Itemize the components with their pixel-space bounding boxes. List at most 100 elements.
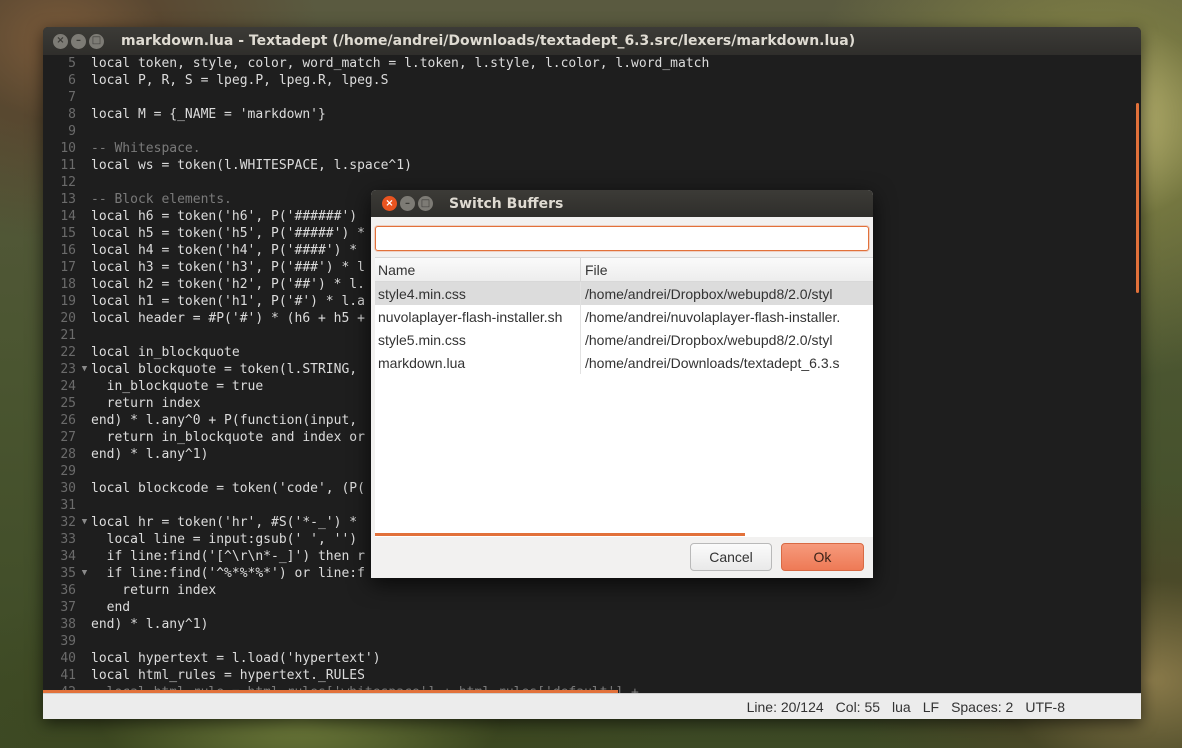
column-header-file[interactable]: File: [581, 262, 608, 278]
status-col: Col: 55: [835, 698, 881, 715]
code-line[interactable]: 9: [43, 123, 1141, 140]
line-number: 19: [60, 294, 76, 309]
code-line[interactable]: 5 local token, style, color, word_match =…: [43, 55, 1141, 72]
code-line[interactable]: 41 local html_rules = hypertext._RULES: [43, 667, 1141, 684]
line-text: local M = {_NAME = 'markdown'}: [91, 107, 326, 122]
fold-marker-icon: [78, 650, 91, 667]
list-item[interactable]: nuvolaplayer-flash-installer.sh /home/an…: [375, 305, 873, 328]
fold-marker-icon: [78, 616, 91, 633]
fold-marker-icon: [78, 191, 91, 208]
line-text: end) * l.any^0 + P(function(input,: [91, 413, 358, 428]
list-item[interactable]: style5.min.css /home/andrei/Dropbox/webu…: [375, 328, 873, 351]
cancel-button[interactable]: Cancel: [690, 543, 772, 571]
fold-marker-icon: [78, 157, 91, 174]
line-text: local h4 = token('h4', P('####') *: [91, 243, 358, 258]
vertical-scrollbar[interactable]: [1136, 103, 1139, 293]
fold-marker-icon: [78, 344, 91, 361]
fold-marker-icon: [78, 548, 91, 565]
code-line[interactable]: 39: [43, 633, 1141, 650]
buffer-file: /home/andrei/Dropbox/webupd8/2.0/styl: [585, 331, 833, 348]
fold-marker-icon: [78, 89, 91, 106]
code-line[interactable]: 7: [43, 89, 1141, 106]
fold-marker-icon[interactable]: ▼: [78, 514, 91, 531]
fold-marker-icon[interactable]: ▼: [78, 565, 91, 582]
fold-marker-icon: [78, 174, 91, 191]
buffer-file: /home/andrei/Downloads/textadept_6.3.s: [585, 354, 840, 371]
dialog-maximize-button[interactable]: □: [418, 196, 433, 211]
code-line[interactable]: 38 end) * l.any^1): [43, 616, 1141, 633]
line-number: 13: [60, 192, 76, 207]
fold-marker-icon: [78, 72, 91, 89]
fold-marker-icon[interactable]: ▼: [78, 361, 91, 378]
fold-marker-icon: [78, 225, 91, 242]
status-line[interactable]: Line: 20/124: [747, 699, 824, 715]
status-encoding[interactable]: UTF-8: [1025, 699, 1065, 715]
line-text: local line = input:gsub(' ', ''): [91, 532, 358, 547]
line-number: 36: [60, 583, 76, 598]
window-maximize-button[interactable]: □: [89, 33, 104, 49]
line-text: end) * l.any^1): [91, 617, 209, 632]
list-item[interactable]: style4.min.css /home/andrei/Dropbox/webu…: [375, 282, 873, 305]
list-scrollbar[interactable]: [375, 533, 745, 536]
line-number: 39: [60, 634, 76, 649]
line-number: 21: [60, 328, 76, 343]
minimize-icon: –: [76, 35, 81, 46]
line-number: 32: [60, 515, 76, 530]
window-minimize-button[interactable]: –: [71, 33, 86, 49]
buffer-file: /home/andrei/nuvolaplayer-flash-installe…: [585, 308, 841, 325]
fold-marker-icon: [78, 446, 91, 463]
list-item[interactable]: markdown.lua /home/andrei/Downloads/text…: [375, 351, 873, 374]
code-line[interactable]: 6 local P, R, S = lpeg.P, lpeg.R, lpeg.S: [43, 72, 1141, 89]
code-line[interactable]: 36 return index: [43, 582, 1141, 599]
buffer-search-input[interactable]: [375, 226, 869, 251]
line-number: 41: [60, 668, 76, 683]
line-number: 37: [60, 600, 76, 615]
line-number: 20: [60, 311, 76, 326]
fold-marker-icon: [78, 310, 91, 327]
code-line[interactable]: 8 local M = {_NAME = 'markdown'}: [43, 106, 1141, 123]
line-number: 28: [60, 447, 76, 462]
maximize-icon: □: [420, 197, 431, 209]
fold-marker-icon: [78, 242, 91, 259]
code-line[interactable]: 10 -- Whitespace.: [43, 140, 1141, 157]
buffer-list[interactable]: Name File style4.min.css /home/andrei/Dr…: [375, 257, 873, 537]
line-text: local html_rules = hypertext._RULES: [91, 668, 365, 683]
dialog-minimize-button[interactable]: –: [400, 196, 415, 211]
buffer-name: nuvolaplayer-flash-installer.sh: [375, 305, 581, 328]
window-close-button[interactable]: ×: [53, 33, 68, 49]
line-number: 10: [60, 141, 76, 156]
column-header-name[interactable]: Name: [375, 258, 581, 281]
line-text: local blockquote = token(l.STRING,: [91, 362, 358, 377]
fold-marker-icon: [78, 429, 91, 446]
line-number: 15: [60, 226, 76, 241]
line-text: if line:find('[^\r\n*-_]') then r: [91, 549, 365, 564]
line-text: local P, R, S = lpeg.P, lpeg.R, lpeg.S: [91, 73, 389, 88]
code-line[interactable]: 40 local hypertext = l.load('hypertext'): [43, 650, 1141, 667]
code-line[interactable]: 11 local ws = token(l.WHITESPACE, l.space…: [43, 157, 1141, 174]
code-line[interactable]: 12: [43, 174, 1141, 191]
fold-marker-icon: [78, 106, 91, 123]
ok-button[interactable]: Ok: [781, 543, 864, 571]
line-text: end) * l.any^1): [91, 447, 209, 462]
line-number: 6: [68, 73, 76, 88]
buffer-name: markdown.lua: [375, 351, 581, 374]
status-eol[interactable]: LF: [923, 699, 939, 715]
fold-marker-icon: [78, 412, 91, 429]
code-line[interactable]: 37 end: [43, 599, 1141, 616]
fold-marker-icon: [78, 582, 91, 599]
status-indent[interactable]: Spaces: 2: [951, 699, 1013, 715]
window-titlebar: × – □ markdown.lua - Textadept (/home/an…: [43, 27, 1141, 55]
fold-marker-icon: [78, 599, 91, 616]
dialog-close-button[interactable]: ×: [382, 196, 397, 211]
line-text: local hypertext = l.load('hypertext'): [91, 651, 381, 666]
fold-marker-icon: [78, 633, 91, 650]
status-lexer[interactable]: lua: [892, 699, 911, 715]
line-number: 8: [68, 107, 76, 122]
line-text: end: [91, 600, 131, 615]
fold-marker-icon: [78, 463, 91, 480]
line-text: local in_blockquote: [91, 345, 240, 360]
fold-marker-icon: [78, 480, 91, 497]
fold-marker-icon: [78, 276, 91, 293]
fold-marker-icon: [78, 259, 91, 276]
list-header: Name File: [375, 258, 873, 282]
